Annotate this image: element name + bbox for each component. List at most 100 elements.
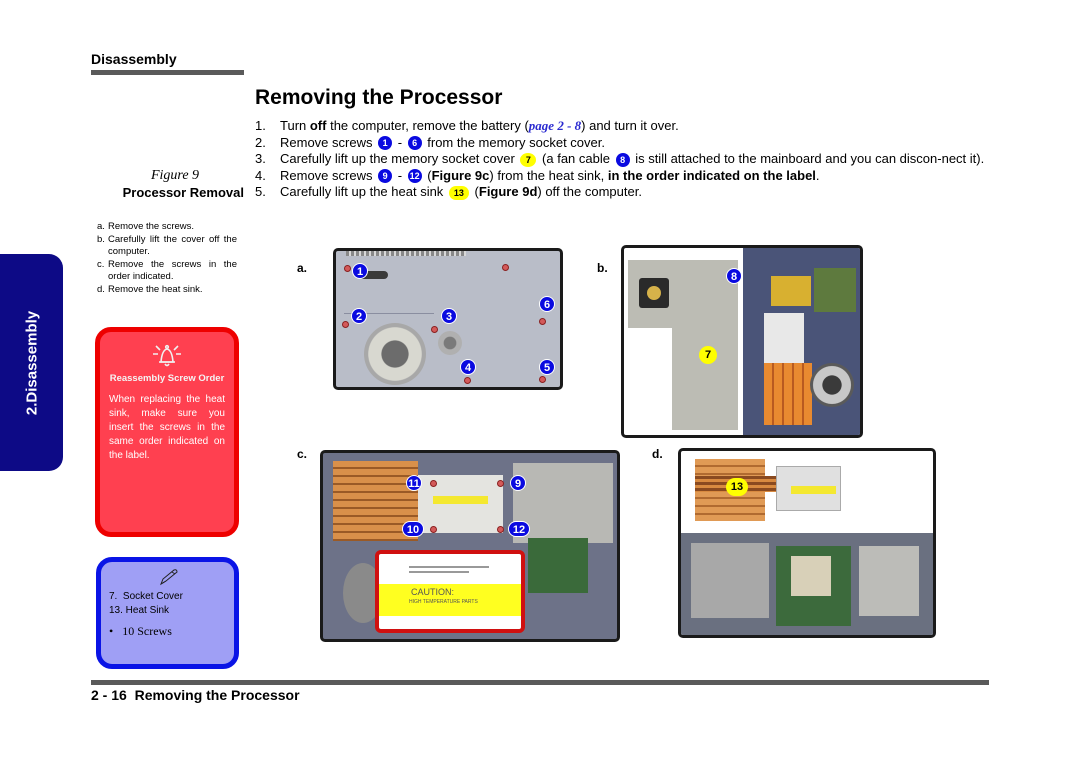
step-bold: off	[309, 118, 327, 133]
step-text: (a fan cable	[538, 151, 614, 166]
figure-note: c. Remove the screws in the order indicat…	[97, 259, 237, 284]
step-5: 5. Carefully lift up the heat sink 13 (F…	[255, 184, 995, 201]
section-rule	[91, 70, 244, 75]
photo-panel-a: 1 2 3 4 5 6	[333, 248, 563, 390]
screw	[430, 480, 437, 487]
step-2: 2. Remove screws 1 - 6 from the memory s…	[255, 135, 995, 152]
step-text: -	[394, 167, 406, 183]
step-text: from the memory socket cover.	[423, 134, 605, 150]
step-text: Carefully lift up the memory socket cove…	[280, 151, 519, 166]
figure-note: a. Remove the screws.	[97, 221, 237, 234]
screw	[430, 526, 437, 533]
panel-letter-d: d.	[652, 447, 663, 461]
drive-bay	[691, 543, 769, 618]
caution-label-zoom: CAUTION: HIGH TEMPERATURE PARTS	[375, 550, 525, 633]
callout-pin: 10	[402, 521, 424, 537]
step-1: 1. Turn off the computer, remove the bat…	[255, 118, 995, 135]
step-text: is still attached to the mainboard and y…	[631, 151, 985, 166]
callout-pin: 3	[441, 308, 457, 324]
screw-badge: 1	[378, 136, 393, 151]
panel-letter-b: b.	[597, 261, 608, 275]
note-text: Remove the screws.	[108, 221, 195, 232]
figure-note: d. Remove the heat sink.	[97, 284, 237, 297]
step-number: 2.	[255, 134, 266, 150]
screw-badge: 9	[378, 169, 393, 184]
step-text: ) and turn it over.	[581, 118, 679, 133]
circuit-board	[528, 538, 588, 593]
step-text: -	[394, 134, 406, 150]
chapter-tab-label: 2.Disassembly	[23, 310, 40, 415]
metal-shield	[859, 546, 919, 616]
note-letter: d.	[97, 283, 105, 295]
step-text: the computer, remove the battery (	[326, 118, 529, 133]
chapter-side-tab[interactable]: 2.Disassembly	[0, 254, 63, 471]
figure-notes: a. Remove the screws. b. Carefully lift th…	[97, 221, 237, 296]
footer-rule	[91, 680, 989, 685]
note-letter: c.	[97, 258, 105, 270]
figure-ref: Figure 9d	[478, 184, 538, 199]
warning-title: Reassembly Screw Order	[109, 373, 225, 384]
heatsink-fins	[764, 363, 812, 425]
step-bold: in the order indicated on the label	[607, 167, 816, 183]
callout-pin: 11	[406, 475, 422, 491]
figure-number: Figure 9	[150, 168, 200, 183]
processor	[791, 556, 831, 596]
figure-title: Processor Removal	[122, 185, 244, 200]
note-letter: a.	[97, 221, 105, 232]
panel-letter-a: a.	[297, 261, 308, 275]
step-4: 4. Remove screws 9 - 12 (Figure 9c) from…	[255, 168, 995, 185]
step-number: 5.	[255, 184, 266, 199]
panel-letter-c: c.	[297, 447, 308, 461]
screw	[502, 264, 509, 271]
callout-pin: 12	[508, 521, 530, 537]
callout-pin: 4	[460, 359, 476, 375]
step-number: 4.	[255, 167, 266, 183]
screw	[539, 376, 546, 383]
step-number: 3.	[255, 151, 266, 166]
caution-subtext: HIGH TEMPERATURE PARTS	[409, 599, 478, 605]
component-badge: 13	[448, 185, 469, 200]
step-number: 1.	[255, 118, 266, 133]
step-text: Remove screws	[280, 134, 377, 150]
fan-hub	[647, 286, 661, 300]
page-title: Removing the Processor	[255, 86, 503, 109]
label-text-line	[409, 566, 489, 568]
bell-alert-icon	[153, 344, 181, 367]
battery-page-link[interactable]: page 2 - 8	[529, 118, 581, 133]
note-letter: b.	[97, 233, 105, 245]
label-text-line	[409, 571, 469, 573]
callout-pin: 13	[726, 478, 748, 496]
step-text: Turn	[280, 118, 310, 133]
step-3: 3. Carefully lift up the memory socket c…	[255, 151, 995, 168]
label-strip	[791, 486, 836, 494]
note-text: Carefully lift the cover off the compute…	[108, 233, 237, 258]
callout-pin: 5	[539, 359, 555, 375]
step-text: (	[423, 167, 432, 183]
photo-panel-d: 13	[678, 448, 936, 638]
parts-note-line: 7. Socket Cover	[109, 591, 183, 602]
steps-list: 1. Turn off the computer, remove the bat…	[255, 118, 995, 201]
callout-pin: 6	[539, 296, 555, 312]
memory-module	[814, 268, 856, 312]
step-text: ) from the heat sink,	[489, 167, 608, 183]
step-text: Carefully lift up the heat sink	[280, 184, 447, 199]
fan-grille	[810, 363, 854, 407]
step-text: ) off the computer.	[537, 184, 642, 199]
footer-page-label: 2 - 16 Removing the Processor	[91, 687, 300, 703]
warning-body: When replacing the heat sink, make sure …	[109, 394, 225, 461]
parts-note-line: 13. Heat Sink	[109, 605, 170, 616]
vent-grille	[438, 331, 462, 355]
label-strip	[433, 496, 488, 504]
fan-grille	[364, 323, 426, 385]
figure-caption: Figure 9 Processor Removal	[91, 168, 244, 200]
heatsink-plate	[764, 313, 804, 363]
screw	[497, 480, 504, 487]
callout-pin: 2	[351, 308, 367, 324]
callout-pin: 8	[726, 268, 742, 284]
screw-badge: 12	[407, 169, 422, 184]
callout-pin: 9	[510, 475, 526, 491]
component-badge: 7	[520, 152, 537, 167]
photo-panel-b: 8 7	[621, 245, 863, 438]
screw	[464, 377, 471, 384]
note-text: Remove the screws in the order indicated…	[108, 258, 237, 283]
